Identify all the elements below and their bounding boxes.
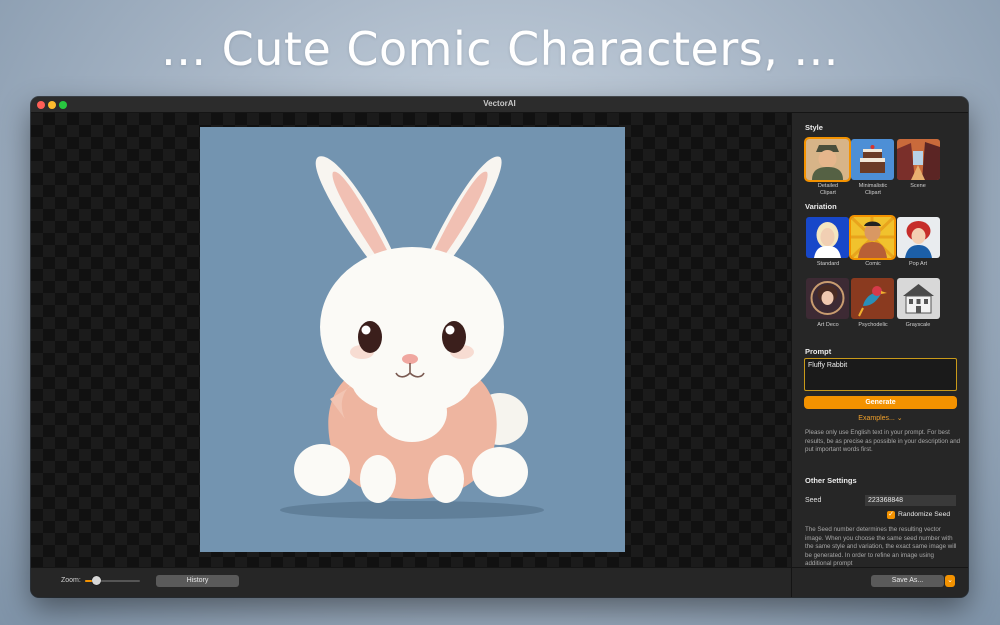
detailed-clipart-thumb-icon (806, 139, 849, 180)
variation-pop-art[interactable] (897, 217, 940, 258)
chevron-down-icon: ⌄ (947, 577, 953, 584)
style-scene[interactable] (897, 139, 940, 180)
psychodelic-thumb-icon (851, 278, 894, 319)
style-scene-label: Scene (910, 183, 926, 189)
zoom-label: Zoom: (61, 577, 81, 584)
settings-sidebar: Style Detailed Clipart Minimalistic Clip… (791, 113, 968, 567)
history-button[interactable]: History (156, 575, 239, 587)
style-section-title: Style (805, 123, 823, 132)
canvas-area (31, 113, 791, 567)
variation-art-deco[interactable] (806, 278, 849, 319)
title-bar: VectorAI (31, 97, 968, 113)
minimalistic-clipart-thumb-icon (851, 139, 894, 180)
scene-thumb-icon (897, 139, 940, 180)
other-settings-title: Other Settings (805, 476, 857, 485)
seed-input[interactable]: 223368848 (865, 495, 956, 506)
prompt-section-title: Prompt (805, 347, 832, 356)
examples-dropdown[interactable]: Examples... ⌄ (792, 414, 968, 422)
prompt-help-text: Please only use English text in your pro… (805, 429, 961, 453)
comic-thumb-icon (851, 217, 894, 258)
prompt-input[interactable]: Fluffy Rabbit (804, 358, 957, 391)
variation-standard[interactable] (806, 217, 849, 258)
zoom-slider-knob[interactable] (92, 576, 101, 585)
bunny-illustration (280, 156, 544, 519)
variation-grayscale-label: Grayscale (905, 322, 931, 328)
art-deco-thumb-icon (806, 278, 849, 319)
randomize-seed-checkbox[interactable]: ✓ (887, 511, 895, 519)
seed-help-text: The Seed number determines the resulting… (805, 526, 957, 567)
save-options-button[interactable]: ⌄ (945, 575, 955, 587)
style-minimalistic-clipart[interactable] (851, 139, 894, 180)
variation-grayscale[interactable] (897, 278, 940, 319)
generated-image[interactable] (200, 127, 625, 552)
promo-headline: ... Cute Comic Characters, ... (161, 22, 839, 76)
standard-thumb-icon (806, 217, 849, 258)
randomize-seed-label: Randomize Seed (898, 511, 951, 518)
grayscale-thumb-icon (897, 278, 940, 319)
seed-label: Seed (805, 497, 822, 504)
variation-section-title: Variation (805, 202, 837, 211)
sidebar-bottom-bar: Save As... ⌄ (791, 567, 968, 597)
variation-psychodelic[interactable] (851, 278, 894, 319)
variation-pop-art-label: Pop Art (908, 261, 928, 267)
style-detailed-clipart[interactable] (804, 137, 851, 182)
variation-comic[interactable] (849, 215, 896, 260)
bottom-toolbar: Zoom: History (31, 567, 791, 597)
app-window: VectorAI Zoom: History Style Detailed Cl… (31, 97, 968, 597)
save-as-button[interactable]: Save As... (871, 575, 944, 587)
generate-button[interactable]: Generate (804, 396, 957, 409)
window-title: VectorAI (483, 99, 516, 108)
pop-art-thumb-icon (897, 217, 940, 258)
